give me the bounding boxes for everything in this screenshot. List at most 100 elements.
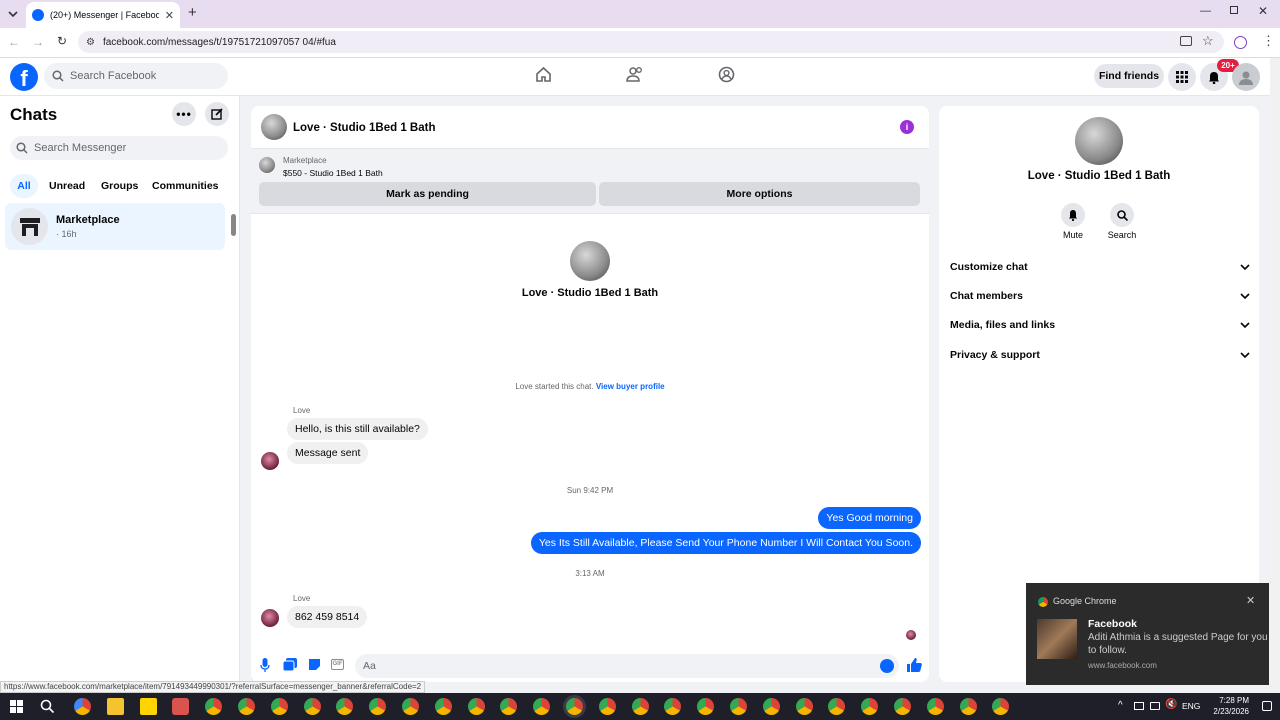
sticker-icon[interactable]	[308, 658, 321, 671]
listing-thumbnail[interactable]	[259, 157, 275, 173]
mark-as-pending-button[interactable]: Mark as pending	[259, 182, 596, 206]
conversation-item-marketplace[interactable]: Marketplace · 16h	[5, 203, 225, 250]
windows-start-icon[interactable]	[10, 700, 23, 713]
taskbar-app-icon[interactable]	[402, 698, 419, 715]
tray-overflow-icon[interactable]: ^	[1118, 700, 1123, 711]
language-indicator[interactable]: ENG	[1182, 701, 1200, 711]
filter-all[interactable]: All	[10, 174, 38, 198]
taskbar-app-icon[interactable]	[598, 698, 616, 715]
microphone-icon[interactable]	[260, 658, 270, 672]
bookmark-star-icon[interactable]: ☆	[1202, 33, 1214, 49]
message-bubble-in[interactable]: 862 459 8514	[287, 606, 368, 628]
chat-members-row[interactable]: Chat members	[950, 290, 1250, 302]
mute-bell-icon[interactable]	[1061, 203, 1085, 227]
taskbar-app-icon[interactable]	[631, 698, 649, 715]
message-bubble-in[interactable]: Message sent	[287, 442, 369, 464]
site-info-icon[interactable]: ⚙	[86, 37, 95, 48]
filter-groups[interactable]: Groups	[101, 180, 138, 192]
search-icon[interactable]	[1110, 203, 1134, 227]
facebook-logo-icon[interactable]: f	[10, 63, 38, 91]
filter-communities[interactable]: Communities	[152, 180, 219, 192]
new-message-icon[interactable]	[205, 102, 229, 126]
page-scrollbar[interactable]	[1270, 58, 1280, 693]
volume-muted-icon[interactable]: 🔇	[1165, 699, 1177, 710]
taskbar-app-icon[interactable]	[664, 698, 682, 715]
chrome-taskbar-icon[interactable]	[74, 698, 91, 715]
restore-icon[interactable]	[1230, 6, 1238, 14]
taskbar-app-icon[interactable]	[795, 698, 813, 715]
customize-chat-row[interactable]: Customize chat	[950, 261, 1250, 273]
profile-icon[interactable]	[1234, 36, 1247, 49]
chrome-menu-icon[interactable]: ⋮	[1262, 33, 1275, 49]
taskbar-app-icon[interactable]	[730, 698, 747, 715]
sender-avatar[interactable]	[261, 452, 279, 470]
groups-icon[interactable]	[718, 66, 735, 83]
menu-grid-icon[interactable]	[1168, 63, 1196, 91]
taskbar-app-icon[interactable]	[205, 698, 223, 715]
taskbar-app-icon[interactable]	[172, 698, 190, 715]
taskbar-app-icon[interactable]	[861, 698, 879, 715]
like-thumb-icon[interactable]	[906, 657, 922, 673]
listing-title[interactable]: $550 - Studio 1Bed 1 Bath	[283, 168, 383, 178]
new-tab-icon[interactable]: +	[188, 4, 197, 21]
photo-icon[interactable]	[283, 658, 297, 671]
taskbar-app-icon[interactable]	[139, 698, 157, 715]
taskbar-app-icon[interactable]	[467, 698, 485, 715]
taskbar-app-icon[interactable]	[828, 698, 846, 715]
clock[interactable]: 7:28 PM 2/23/2026	[1203, 695, 1249, 717]
taskbar-app-icon[interactable]	[500, 698, 518, 715]
taskbar-app-icon[interactable]	[926, 698, 944, 715]
gif-icon[interactable]: GIF	[331, 659, 344, 670]
browser-tab[interactable]: (20+) Messenger | Facebook ✕	[26, 2, 180, 28]
message-bubble-out[interactable]: Yes Its Still Available, Please Send You…	[530, 532, 921, 554]
emoji-icon[interactable]	[880, 659, 894, 673]
account-avatar[interactable]	[1232, 63, 1260, 91]
forward-icon[interactable]: →	[32, 35, 44, 49]
taskbar-app-icon[interactable]	[697, 698, 715, 715]
taskbar-app-icon[interactable]	[106, 698, 124, 715]
taskbar-app-icon[interactable]	[270, 698, 288, 715]
message-bubble-out[interactable]: Yes Good morning	[818, 507, 921, 529]
minimize-icon[interactable]: —	[1200, 5, 1211, 17]
filter-unread[interactable]: Unread	[49, 180, 85, 192]
details-avatar[interactable]	[1075, 117, 1123, 165]
privacy-support-row[interactable]: Privacy & support	[950, 349, 1250, 361]
taskbar-app-icon[interactable]	[992, 698, 1010, 715]
sidebar-scrollbar[interactable]	[231, 214, 236, 236]
tab-close-icon[interactable]: ✕	[165, 9, 174, 22]
taskbar-app-icon[interactable]	[566, 698, 583, 715]
reload-icon[interactable]: ↻	[57, 34, 67, 48]
toast-close-icon[interactable]: ✕	[1246, 594, 1255, 607]
window-close-icon[interactable]: ✕	[1258, 4, 1268, 18]
messenger-search-input[interactable]: Search Messenger	[10, 136, 228, 160]
taskbar-app-icon[interactable]	[336, 698, 354, 715]
chats-options-icon[interactable]: •••	[172, 102, 196, 126]
install-app-icon[interactable]	[1180, 36, 1192, 46]
taskbar-app-icon[interactable]	[762, 698, 780, 715]
chrome-notification[interactable]: Google Chrome ✕ Facebook Aditi Athmia is…	[1026, 583, 1269, 685]
tab-search-chevron-icon[interactable]	[6, 7, 20, 21]
view-buyer-profile-link[interactable]: View buyer profile	[596, 382, 665, 391]
address-bar[interactable]: ⚙ facebook.com/messages/t/19751721097057…	[78, 31, 1224, 53]
facebook-search-input[interactable]: Search Facebook	[44, 63, 228, 89]
find-friends-button[interactable]: Find friends	[1094, 64, 1164, 88]
home-icon[interactable]	[535, 66, 552, 83]
message-input[interactable]: Aa	[355, 654, 899, 678]
chat-avatar[interactable]	[261, 114, 287, 140]
taskbar-app-icon[interactable]	[238, 698, 255, 715]
taskbar-app-icon[interactable]	[434, 698, 452, 715]
intro-avatar[interactable]	[570, 241, 610, 281]
info-icon[interactable]: i	[900, 120, 914, 134]
battery-icon[interactable]	[1150, 702, 1160, 710]
more-options-button[interactable]: More options	[599, 182, 920, 206]
taskbar-app-icon[interactable]	[533, 698, 551, 715]
taskbar-app-icon[interactable]	[369, 698, 387, 715]
friends-icon[interactable]	[626, 66, 644, 83]
taskbar-app-icon[interactable]	[959, 698, 977, 715]
back-icon[interactable]: ←	[8, 35, 20, 49]
sender-avatar[interactable]	[261, 609, 279, 627]
taskbar-app-icon[interactable]	[894, 698, 911, 715]
taskbar-app-icon[interactable]	[303, 698, 321, 715]
media-files-links-row[interactable]: Media, files and links	[950, 319, 1250, 331]
network-icon[interactable]	[1134, 702, 1144, 710]
